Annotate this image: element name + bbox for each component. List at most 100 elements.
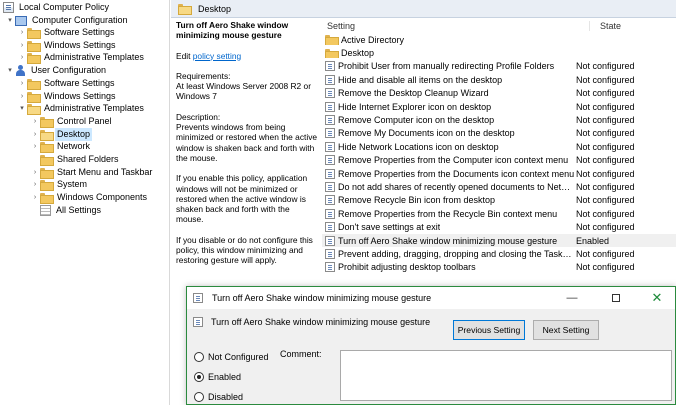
- chevron-down-icon[interactable]: ▾: [5, 14, 15, 27]
- folder-open-icon: [40, 129, 54, 141]
- policy-setting-icon: [325, 208, 335, 219]
- policy-setting-icon: [325, 155, 335, 166]
- setting-name: Turn off Aero Shake window minimizing mo…: [338, 235, 558, 246]
- chevron-right-icon[interactable]: ›: [30, 178, 40, 191]
- tree-item-uc-administrative-templates[interactable]: ▾ Administrative Templates: [17, 102, 146, 115]
- setting-row[interactable]: Active Directory: [322, 33, 676, 46]
- policy-setting-icon: [325, 88, 335, 99]
- tree-item-label: Network: [57, 141, 91, 151]
- chevron-right-icon[interactable]: ›: [17, 77, 27, 90]
- setting-row[interactable]: Desktop: [322, 46, 676, 59]
- setting-row[interactable]: Remove the Desktop Cleanup Wizard Not con…: [322, 87, 676, 100]
- setting-state: Not configured: [576, 181, 635, 192]
- setting-name-cell: Do not add shares of recently opened doc…: [322, 181, 576, 192]
- close-button[interactable]: ✕: [642, 287, 672, 309]
- tree-item-windows-components[interactable]: › Windows Components: [30, 191, 149, 204]
- column-header-state[interactable]: State: [590, 21, 621, 31]
- tree-item-user-configuration[interactable]: ▾ User Configuration: [5, 64, 108, 77]
- comment-textarea[interactable]: [340, 350, 672, 401]
- tree-item-local-computer-policy[interactable]: Local Computer Policy: [3, 1, 111, 14]
- setting-name-cell: Hide Network Locations icon on desktop: [322, 141, 576, 152]
- tree-item-network[interactable]: › Network: [30, 140, 92, 153]
- tree-item-cc-software-settings[interactable]: › Software Settings: [17, 26, 117, 39]
- chevron-right-icon[interactable]: ›: [30, 140, 40, 153]
- setting-name: Hide and disable all items on the deskto…: [338, 74, 503, 85]
- chevron-right-icon[interactable]: ›: [17, 39, 27, 52]
- setting-row[interactable]: Remove Properties from the Documents ico…: [322, 167, 676, 180]
- setting-name-cell: Remove Properties from the Documents ico…: [322, 168, 576, 179]
- policy-setting-icon: [325, 168, 335, 179]
- dialog-title-bar[interactable]: Turn off Aero Shake window minimizing mo…: [187, 287, 675, 309]
- chevron-down-icon[interactable]: ▾: [5, 64, 15, 77]
- setting-state: Not configured: [576, 208, 635, 219]
- setting-row[interactable]: Prohibit User from manually redirecting …: [322, 60, 676, 73]
- radio-enabled[interactable]: Enabled: [194, 372, 241, 382]
- tree-item-control-panel[interactable]: › Control Panel: [30, 115, 114, 128]
- setting-name-cell: Prohibit User from manually redirecting …: [322, 61, 576, 72]
- setting-state: Not configured: [576, 74, 635, 85]
- next-setting-button[interactable]: Next Setting: [533, 320, 599, 340]
- setting-name-cell: Hide Internet Explorer icon on desktop: [322, 101, 576, 112]
- radio-circle[interactable]: [194, 372, 204, 382]
- requirements-label: Requirements:: [176, 70, 231, 81]
- setting-name-cell: Remove the Desktop Cleanup Wizard: [322, 88, 576, 99]
- setting-state: Not configured: [576, 101, 635, 112]
- policy-setting-icon: [325, 101, 335, 112]
- tree-item-cc-windows-settings[interactable]: › Windows Settings: [17, 39, 118, 52]
- tree-item-cc-administrative-templates[interactable]: › Administrative Templates: [17, 51, 146, 64]
- radio-circle[interactable]: [194, 392, 204, 402]
- setting-state: Enabled: [576, 235, 610, 246]
- tree-item-desktop[interactable]: › Desktop: [30, 127, 93, 141]
- folder-icon: [40, 117, 54, 128]
- description-label: Description:: [176, 111, 221, 122]
- tree-item-label: Windows Components: [57, 192, 148, 202]
- setting-row[interactable]: Don't save settings at exit Not configure…: [322, 220, 676, 233]
- chevron-right-icon[interactable]: ›: [17, 51, 27, 64]
- radio-disabled[interactable]: Disabled: [194, 392, 243, 402]
- setting-row[interactable]: Remove Properties from the Recycle Bin c…: [322, 207, 676, 220]
- folder-icon: [40, 142, 54, 153]
- previous-setting-button[interactable]: Previous Setting: [453, 320, 525, 340]
- chevron-right-icon[interactable]: ›: [17, 90, 27, 103]
- tree-item-uc-windows-settings[interactable]: › Windows Settings: [17, 90, 118, 103]
- tree-item-start-menu-taskbar[interactable]: › Start Menu and Taskbar: [30, 166, 154, 179]
- chevron-right-icon[interactable]: ›: [30, 128, 40, 141]
- path-bar-label: Desktop: [198, 3, 232, 14]
- tree-item-all-settings[interactable]: All Settings: [40, 204, 103, 217]
- setting-state: Not configured: [576, 248, 635, 259]
- setting-name: Remove Computer icon on the desktop: [338, 115, 495, 126]
- tree-item-shared-folders[interactable]: Shared Folders: [40, 153, 121, 166]
- setting-row[interactable]: Turn off Aero Shake window minimizing mo…: [322, 233, 676, 248]
- setting-name: Hide Network Locations icon on desktop: [338, 141, 499, 152]
- policy-setting-icon: [325, 141, 335, 152]
- folder-open-icon: [178, 4, 192, 15]
- setting-row[interactable]: Prevent adding, dragging, dropping and c…: [322, 247, 676, 260]
- chevron-right-icon[interactable]: ›: [30, 166, 40, 179]
- setting-row[interactable]: Hide Internet Explorer icon on desktop No…: [322, 100, 676, 113]
- setting-name: Prohibit adjusting desktop toolbars: [338, 262, 476, 273]
- radio-not-configured[interactable]: Not Configured: [194, 352, 269, 362]
- radio-label: Enabled: [208, 372, 242, 382]
- radio-circle[interactable]: [194, 352, 204, 362]
- maximize-button[interactable]: [601, 287, 631, 309]
- policy-setting-icon: [325, 74, 335, 85]
- chevron-right-icon[interactable]: ›: [30, 115, 40, 128]
- setting-row[interactable]: Remove My Documents icon on the desktop N…: [322, 127, 676, 140]
- settings-list-icon: [40, 204, 51, 216]
- tree-item-uc-software-settings[interactable]: › Software Settings: [17, 77, 117, 90]
- chevron-right-icon[interactable]: ›: [30, 191, 40, 204]
- chevron-right-icon[interactable]: ›: [17, 26, 27, 39]
- setting-row[interactable]: Do not add shares of recently opened doc…: [322, 180, 676, 193]
- settings-rows: Active Directory Desktop Prohibit User fro…: [322, 33, 676, 274]
- setting-row[interactable]: Remove Computer icon on the desktop Not c…: [322, 113, 676, 126]
- tree-item-system[interactable]: › System: [30, 178, 89, 191]
- setting-row[interactable]: Prohibit adjusting desktop toolbars Not c…: [322, 261, 676, 274]
- minimize-button[interactable]: —: [557, 287, 587, 309]
- setting-row[interactable]: Hide Network Locations icon on desktop No…: [322, 140, 676, 153]
- setting-row[interactable]: Remove Recycle Bin icon from desktop Not …: [322, 194, 676, 207]
- edit-policy-setting-link[interactable]: policy setting: [193, 51, 241, 61]
- setting-row[interactable]: Remove Properties from the Computer icon…: [322, 154, 676, 167]
- setting-row[interactable]: Hide and disable all items on the deskto…: [322, 73, 676, 86]
- chevron-down-icon[interactable]: ▾: [17, 102, 27, 115]
- column-header-setting[interactable]: Setting: [322, 21, 590, 31]
